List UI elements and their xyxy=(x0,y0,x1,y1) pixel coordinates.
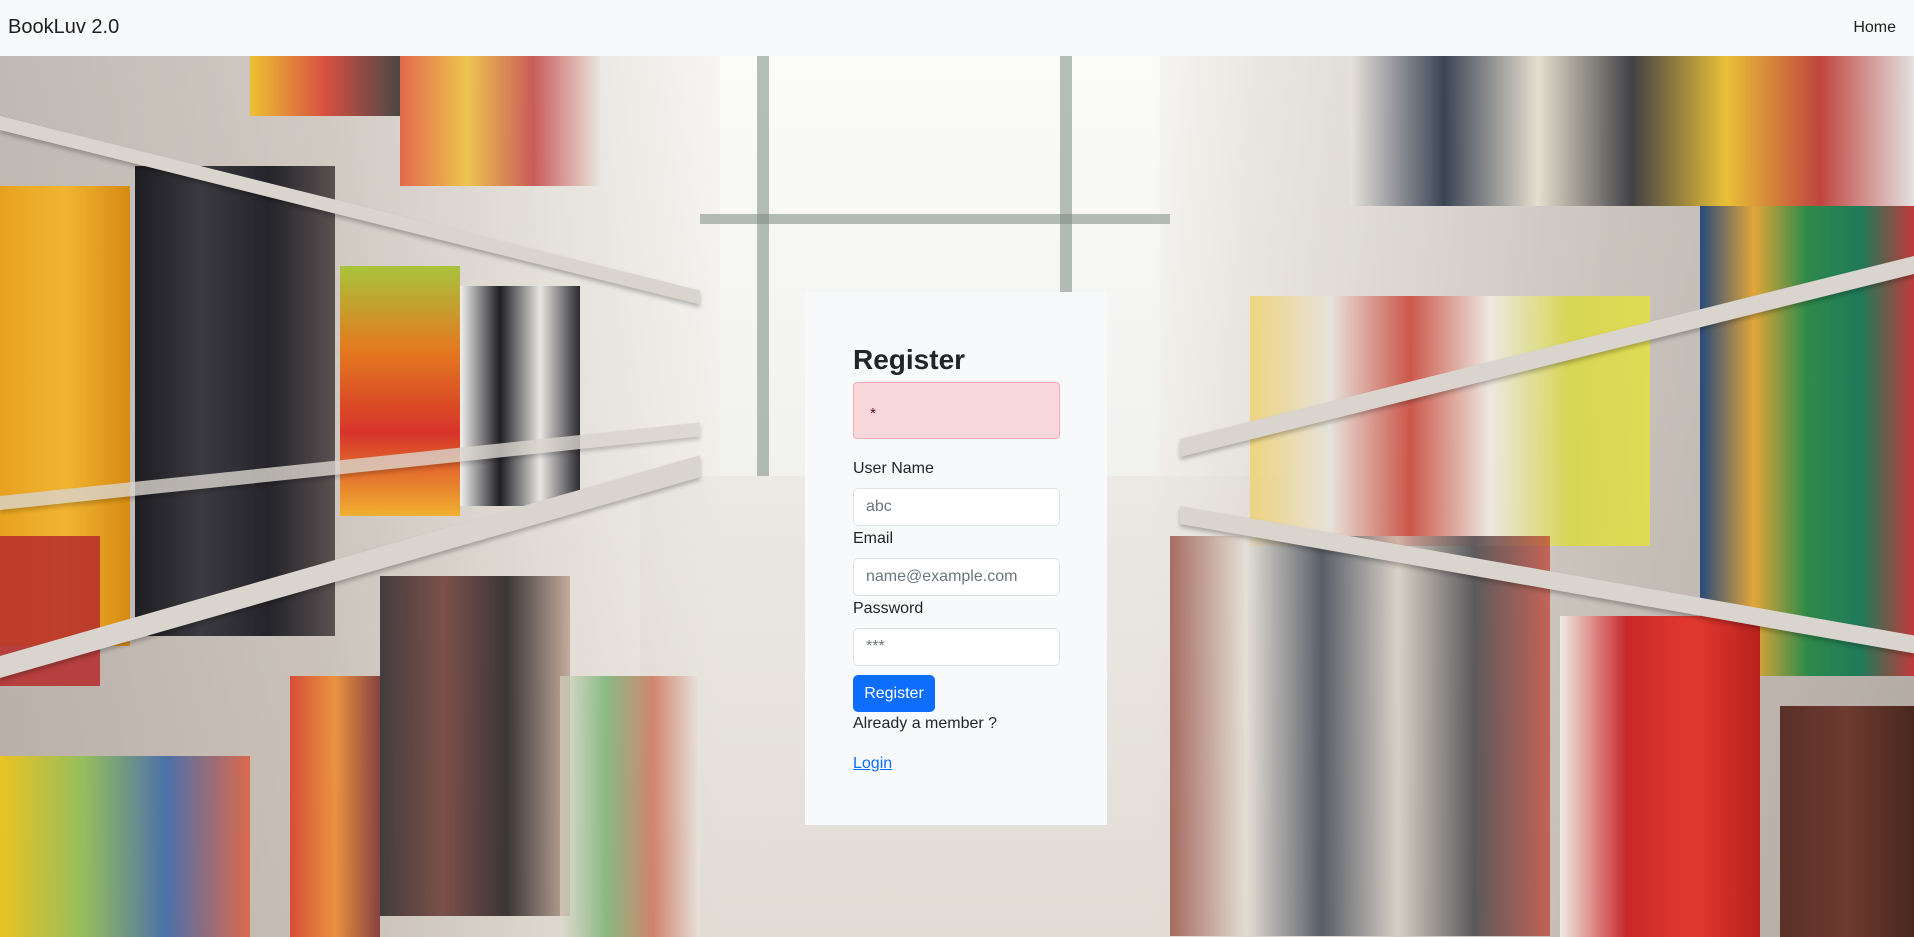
book xyxy=(1780,706,1914,937)
error-alert-text: * xyxy=(870,405,876,422)
window-frame xyxy=(700,214,1170,224)
nav-home-link[interactable]: Home xyxy=(1853,19,1896,37)
book xyxy=(340,266,460,516)
page-title: Register xyxy=(853,344,966,375)
error-alert: * xyxy=(853,382,1060,439)
book xyxy=(290,676,380,937)
register-card: Register * User Name Email Password Regi… xyxy=(805,292,1107,825)
book xyxy=(1350,56,1914,206)
book xyxy=(1560,616,1760,937)
password-input[interactable] xyxy=(853,628,1060,666)
window-frame xyxy=(757,56,769,476)
book xyxy=(460,286,580,506)
email-input[interactable] xyxy=(853,558,1060,596)
username-input[interactable] xyxy=(853,488,1060,526)
book xyxy=(135,166,335,636)
brand-link[interactable]: BookLuv 2.0 xyxy=(8,16,119,39)
book xyxy=(560,676,700,937)
book xyxy=(380,576,570,916)
register-button[interactable]: Register xyxy=(853,675,935,712)
email-label: Email xyxy=(853,530,894,547)
login-link[interactable]: Login xyxy=(853,755,892,773)
book xyxy=(0,756,250,937)
book xyxy=(400,56,600,186)
navbar: BookLuv 2.0 Home xyxy=(0,0,1914,56)
book xyxy=(250,56,400,116)
book xyxy=(1170,536,1550,936)
already-member-text: Already a member ? xyxy=(853,715,998,732)
password-label: Password xyxy=(853,600,924,617)
username-label: User Name xyxy=(853,460,934,477)
